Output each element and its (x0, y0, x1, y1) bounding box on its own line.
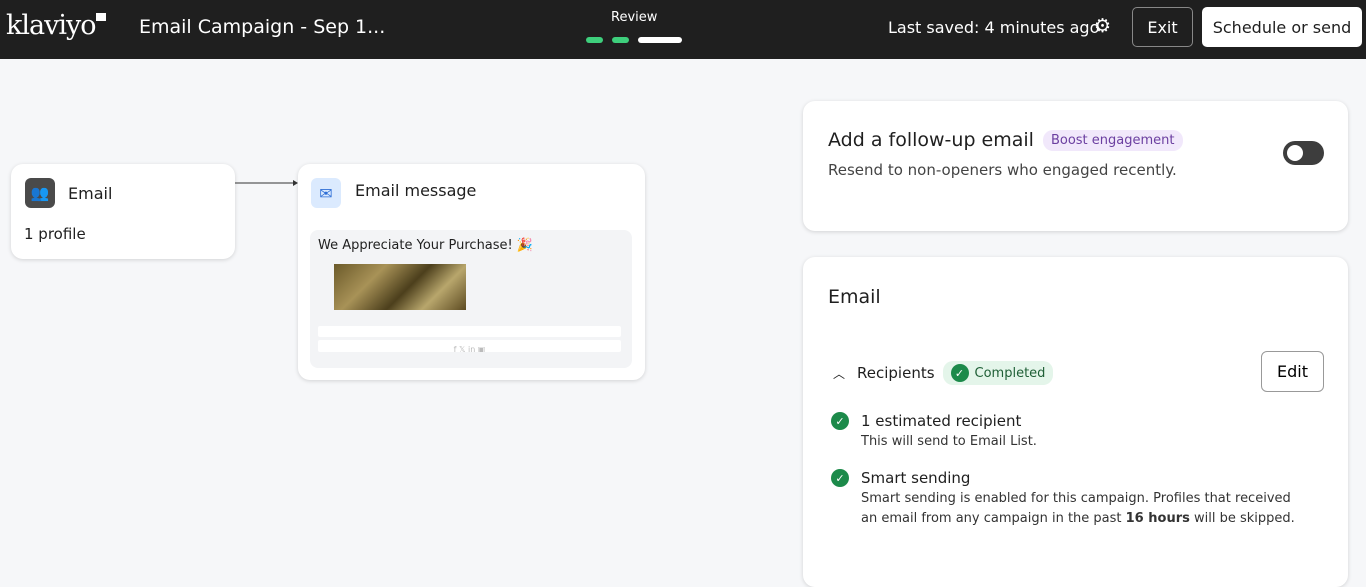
follow-up-title: Add a follow-up email (828, 129, 1034, 151)
flow-connector (235, 180, 298, 186)
chevron-up-icon: ︿ (833, 366, 846, 381)
campaign-title[interactable]: Email Campaign - Sep 1... (139, 16, 385, 38)
step-3[interactable] (638, 37, 682, 43)
item-desc: This will send to Email List. (861, 434, 1037, 449)
step-1[interactable] (586, 37, 603, 43)
schedule-or-send-button[interactable]: Schedule or send (1202, 7, 1362, 47)
exit-button[interactable]: Exit (1132, 7, 1193, 47)
email-section-title: Email (828, 286, 881, 308)
check-icon: ✓ (831, 412, 849, 430)
email-summary-card: Email ︿ Recipients ✓ Completed Edit ✓ 1 e… (803, 257, 1348, 587)
item-desc-end: will be skipped. (1189, 511, 1295, 526)
audience-count: 1 profile (24, 225, 86, 243)
logo-text: klaviyo (6, 10, 96, 41)
edit-recipients-button[interactable]: Edit (1261, 351, 1324, 392)
progress-steps (586, 37, 682, 43)
recipient-item: ✓ 1 estimated recipient This will send to… (831, 412, 1037, 452)
toggle-knob (1287, 145, 1303, 161)
klaviyo-logo[interactable]: klaviyo (6, 10, 106, 41)
gear-icon[interactable]: ⚙ (1094, 15, 1111, 37)
users-icon: 👥 (25, 178, 55, 208)
check-icon: ✓ (831, 469, 849, 487)
follow-up-card: Add a follow-up email Boost engagement R… (803, 101, 1348, 231)
recipients-toggle[interactable]: ︿ Recipients ✓ Completed (833, 361, 1054, 385)
email-message-node[interactable]: ✉ Email message We Appreciate Your Purch… (298, 164, 645, 380)
mail-icon: ✉ (311, 178, 341, 208)
smart-sending-item: ✓ Smart sending Smart sending is enabled… (831, 469, 1301, 529)
step-2[interactable] (612, 37, 629, 43)
boost-badge: Boost engagement (1042, 129, 1183, 151)
email-preview[interactable]: We Appreciate Your Purchase! 🎉 f 𝕏 in ▣ (310, 230, 632, 368)
flag-icon (95, 13, 106, 21)
check-icon: ✓ (950, 364, 969, 382)
follow-up-desc: Resend to non-openers who engaged recent… (828, 161, 1177, 179)
message-title: Email message (355, 181, 477, 200)
audience-title: Email (68, 184, 113, 203)
social-icons: f 𝕏 in ▣ (318, 340, 621, 352)
item-title: 1 estimated recipient (861, 412, 1022, 430)
preview-image (334, 264, 466, 310)
audience-node[interactable]: 👥 Email 1 profile (11, 164, 235, 259)
preview-divider (318, 326, 621, 337)
recipients-label: Recipients (857, 364, 935, 382)
last-saved: Last saved: 4 minutes ago (888, 18, 1100, 37)
item-desc-bold: 16 hours (1125, 511, 1190, 526)
preview-subject: We Appreciate Your Purchase! 🎉 (318, 238, 534, 253)
item-title: Smart sending (861, 469, 971, 487)
step-label: Review (611, 10, 658, 25)
follow-up-toggle[interactable] (1283, 141, 1324, 165)
status-badge: Completed (974, 365, 1046, 381)
top-bar: klaviyo Email Campaign - Sep 1... Review… (0, 0, 1366, 59)
